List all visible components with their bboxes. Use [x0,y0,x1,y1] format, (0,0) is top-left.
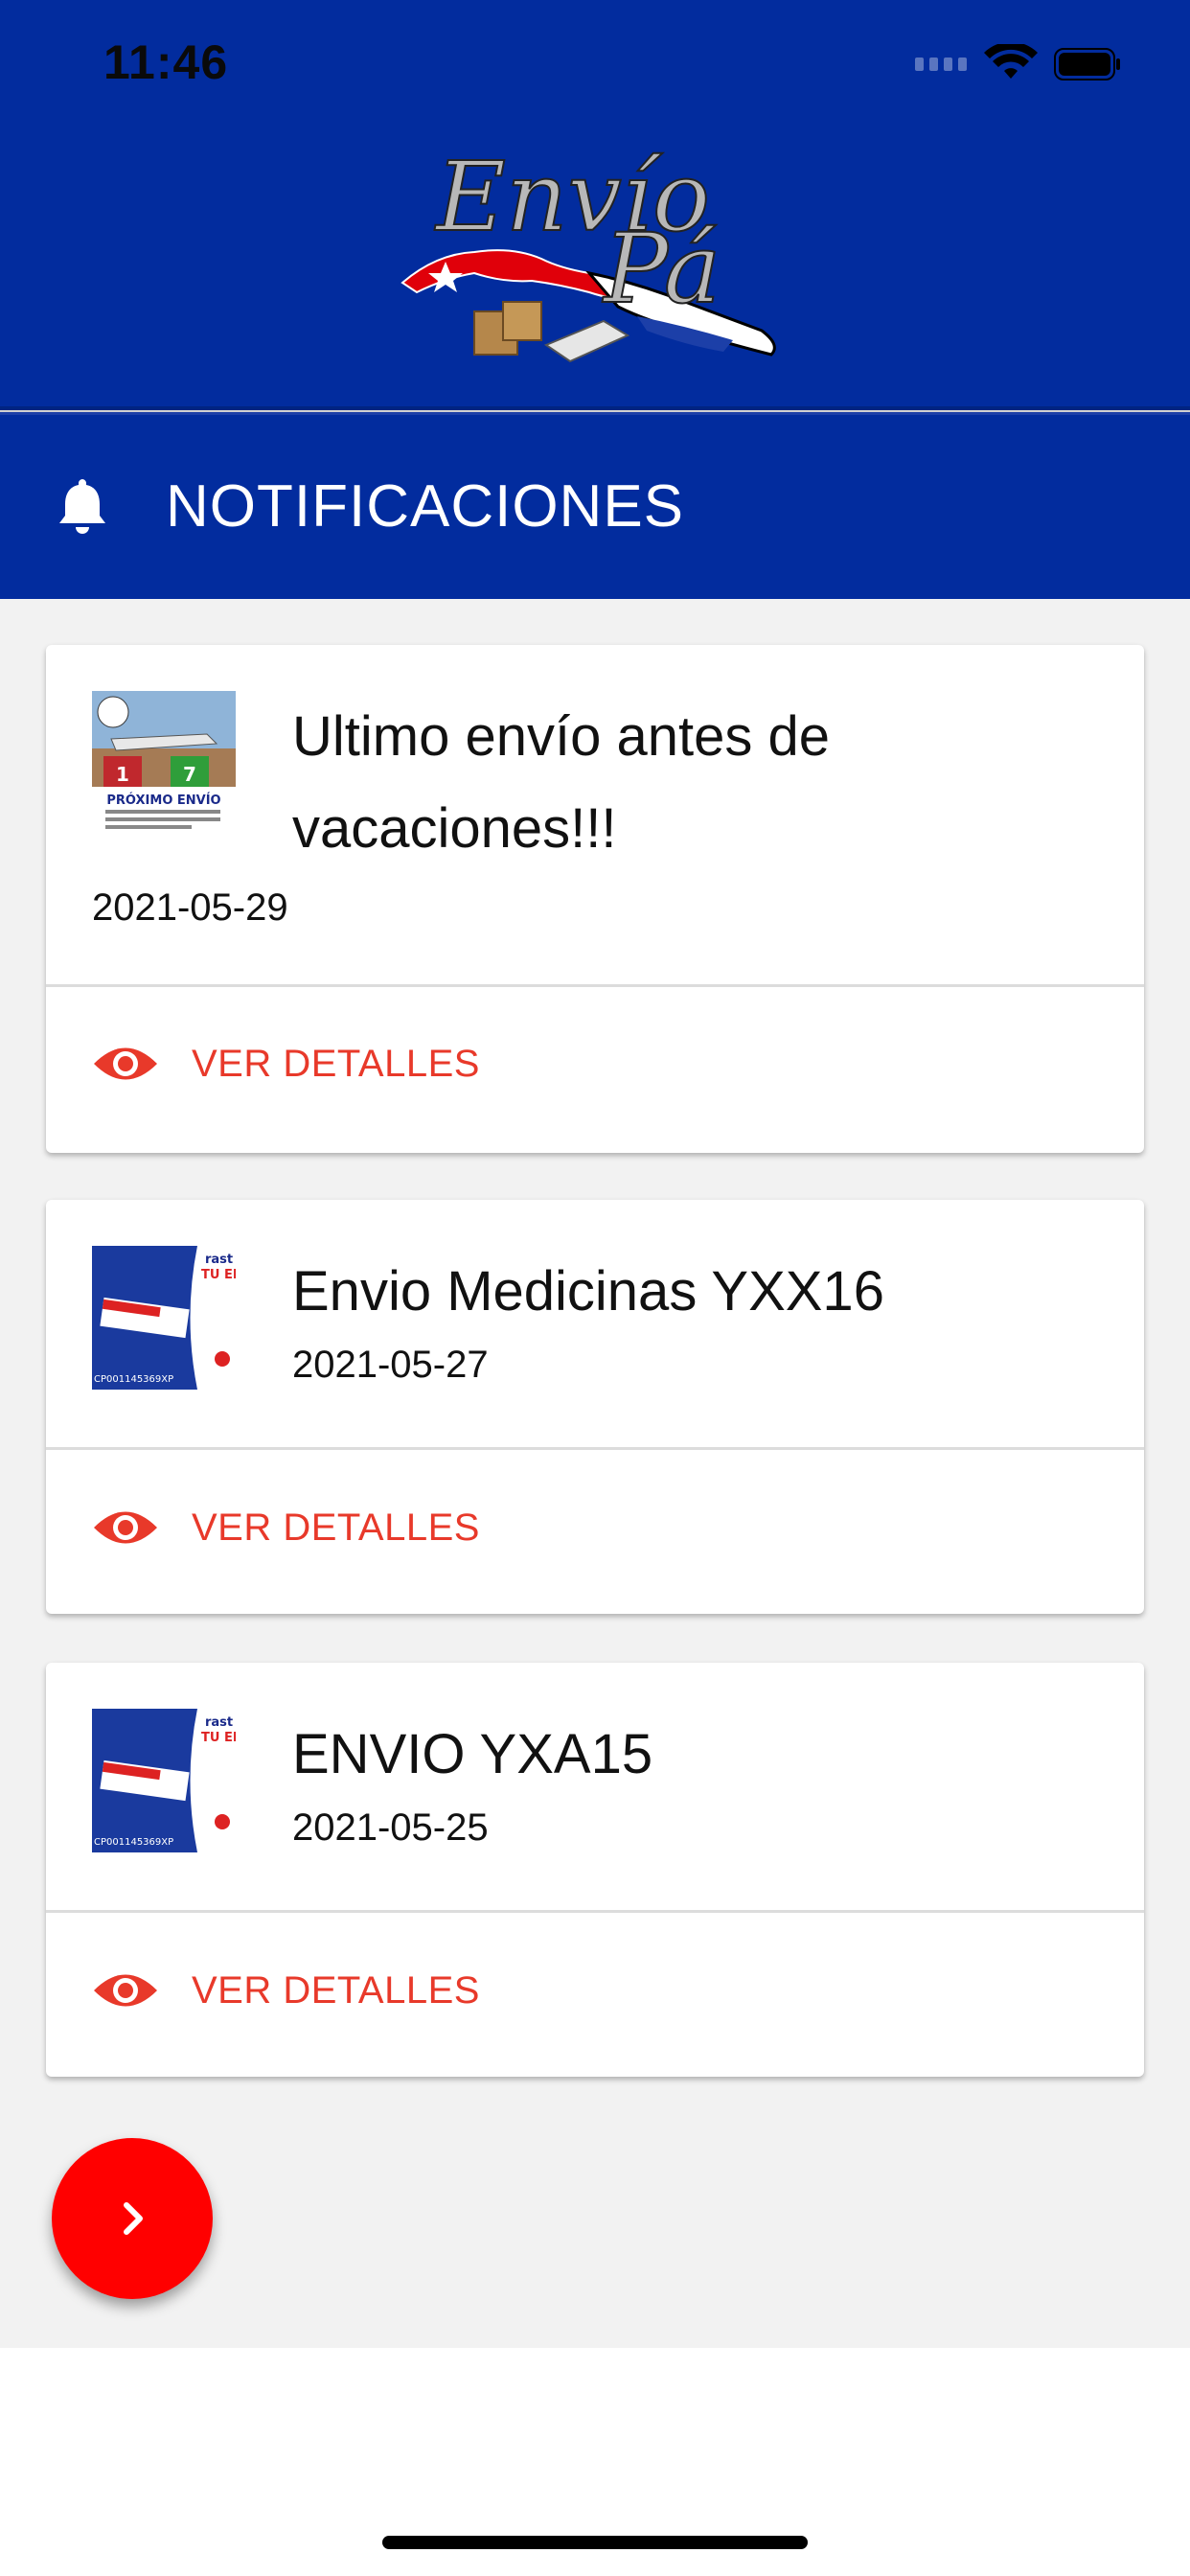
svg-text:1: 1 [116,763,129,786]
notification-card[interactable]: rast TU EN CP00114536​9XP Envio Medicina… [46,1200,1144,1614]
eye-icon [94,1511,157,1544]
card-divider [46,1910,1144,1913]
notification-title: ENVIO YXA15 [292,1723,653,1785]
cellular-signal-icon [915,58,967,71]
notification-date: 2021-05-27 [292,1344,489,1386]
wifi-icon [984,44,1038,79]
card-divider [46,984,1144,987]
notifications-list: 1 7 PRÓXIMO ENVÍO Ultimo envío antes de … [0,599,1190,2348]
svg-text:CP00114536​9XP: CP00114536​9XP [94,1374,173,1385]
notification-date: 2021-05-25 [292,1806,489,1849]
logo-text-pa: Pá [602,213,721,325]
svg-text:TU EN: TU EN [201,1731,236,1745]
view-details-label: VER DETALLES [192,1968,480,2012]
notification-thumbnail: rast TU EN CP00114536​9XP [92,1709,236,1852]
notification-thumbnail: 1 7 PRÓXIMO ENVÍO [92,691,236,835]
svg-text:PRÓXIMO ENVÍO: PRÓXIMO ENVÍO [106,793,220,808]
view-details-label: VER DETALLES [192,1042,480,1085]
svg-text:TU EN: TU EN [201,1268,236,1282]
app-header: 11:46 Envío Pá [0,0,1190,410]
svg-text:rast: rast [205,1715,233,1730]
status-time: 11:46 [103,35,229,89]
notification-card[interactable]: rast TU EN CP00114536​9XP ENVIO YXA15 20… [46,1663,1144,2077]
battery-icon [1054,48,1120,80]
bell-icon [59,479,105,534]
view-details-button[interactable]: VER DETALLES [92,1040,480,1088]
home-indicator[interactable] [382,2536,808,2549]
notification-title: Envio Medicinas YXX16 [292,1260,884,1322]
svg-text:rast: rast [205,1253,233,1267]
notification-card[interactable]: 1 7 PRÓXIMO ENVÍO Ultimo envío antes de … [46,645,1144,1153]
svg-text:CP00114536​9XP: CP00114536​9XP [94,1837,173,1848]
app-logo: Envío Pá [400,140,776,363]
view-details-button[interactable]: VER DETALLES [92,1504,480,1552]
notification-date: 2021-05-29 [92,886,288,929]
section-title-bar: NOTIFICACIONES [0,412,1190,599]
notification-thumbnail: rast TU EN CP00114536​9XP [92,1246,236,1390]
eye-icon [94,1974,157,2007]
chevron-right-icon [124,2202,143,2235]
page-title: NOTIFICACIONES [166,473,685,540]
notification-title: Ultimo envío antes de vacaciones!!! [292,705,830,860]
view-details-button[interactable]: VER DETALLES [92,1966,480,2014]
view-details-label: VER DETALLES [192,1506,480,1549]
eye-icon [94,1047,157,1080]
svg-text:7: 7 [183,763,196,786]
card-divider [46,1447,1144,1450]
next-fab-button[interactable] [52,2138,213,2299]
